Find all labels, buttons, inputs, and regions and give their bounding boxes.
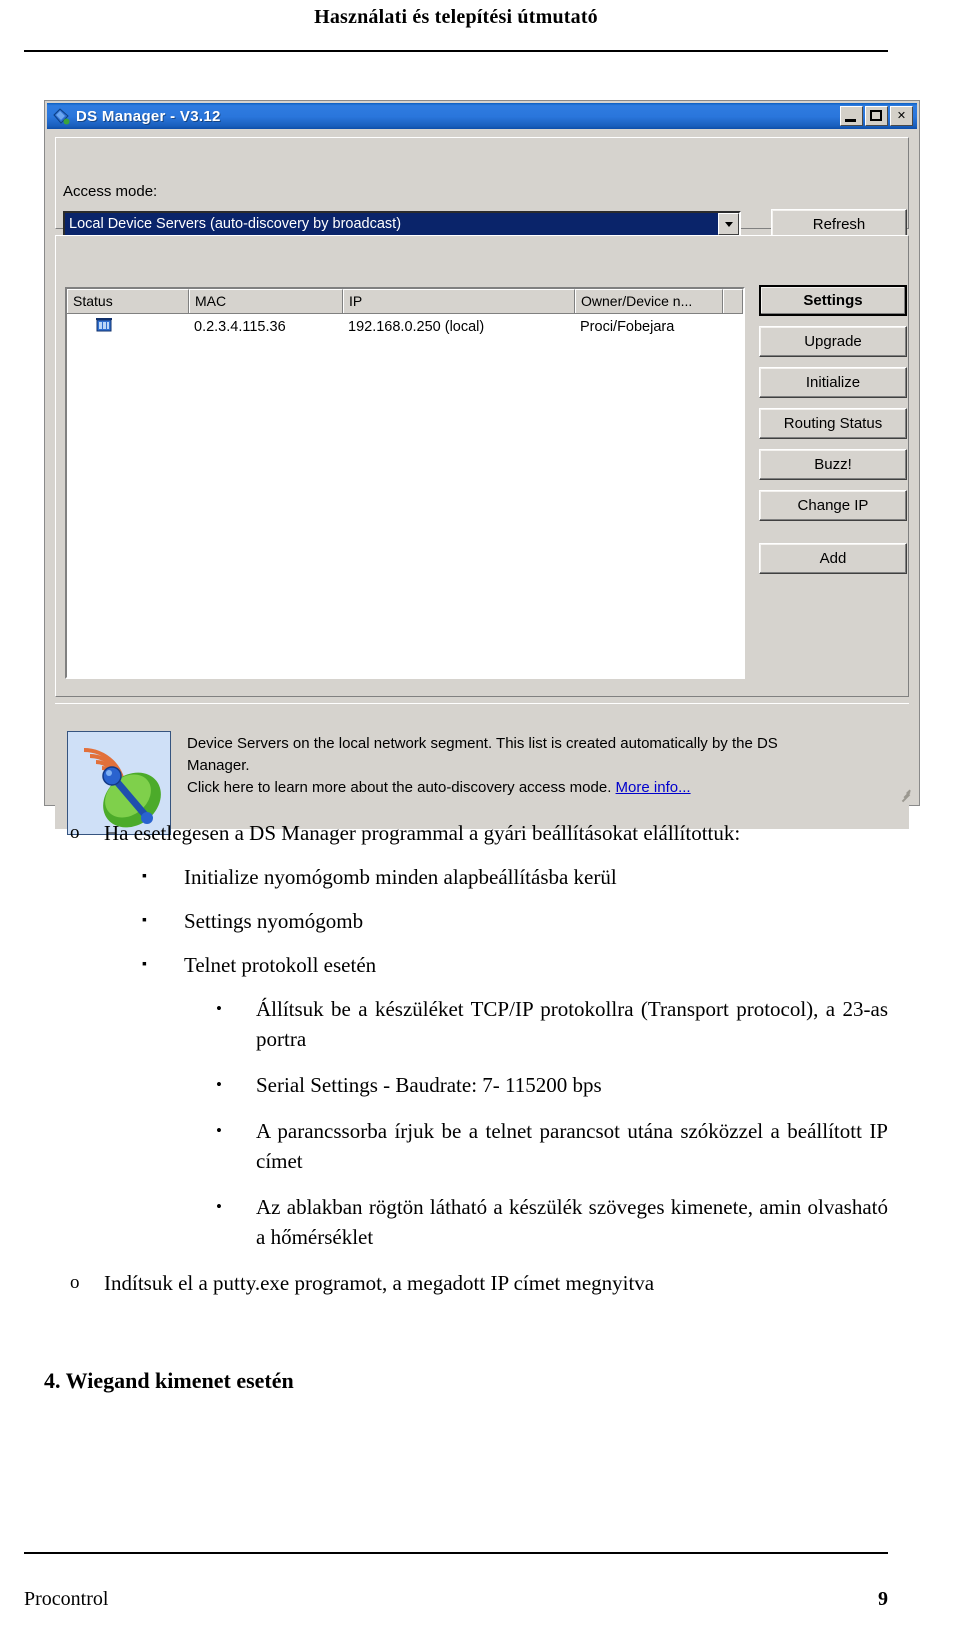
list-marker: ▪ bbox=[142, 869, 147, 884]
list-marker: • bbox=[216, 1197, 222, 1216]
window-titlebar[interactable]: DS Manager - V3.12 ✕ bbox=[47, 103, 917, 129]
list-item-text: Serial Settings - Baudrate: 7- 115200 bp… bbox=[256, 1073, 602, 1097]
list-item: ▪ Settings nyomógomb bbox=[142, 906, 888, 936]
list-item: • Serial Settings - Baudrate: 7- 115200 … bbox=[216, 1070, 888, 1100]
close-button[interactable]: ✕ bbox=[890, 106, 913, 126]
column-header-mac[interactable]: MAC bbox=[189, 289, 343, 313]
list-item-text: Telnet protokoll esetén bbox=[184, 953, 377, 977]
list-marker: ▪ bbox=[142, 913, 147, 928]
list-item: • Az ablakban rögtön látható a készülék … bbox=[216, 1192, 888, 1252]
resize-grip[interactable] bbox=[900, 786, 914, 803]
buzz-button[interactable]: Buzz! bbox=[759, 449, 907, 480]
list-item-text: Ha esetlegesen a DS Manager programmal a… bbox=[104, 821, 741, 845]
document-footer: Procontrol 9 bbox=[24, 1588, 888, 1611]
cell-owner: Proci/Fobejara bbox=[580, 319, 675, 335]
list-item: ▪ Telnet protokoll esetén bbox=[142, 950, 888, 980]
list-item-text: Initialize nyomógomb minden alapbeállítá… bbox=[184, 865, 617, 889]
maximize-button[interactable] bbox=[865, 106, 888, 126]
window-body: Access mode: Local Device Servers (auto-… bbox=[47, 131, 917, 835]
access-mode-label: Access mode: bbox=[63, 183, 158, 200]
list-item: ▪ Initialize nyomógomb minden alapbeállí… bbox=[142, 862, 888, 892]
list-item-text: A parancssorba írjuk be a telnet parancs… bbox=[256, 1119, 888, 1173]
list-marker: • bbox=[216, 1121, 222, 1140]
initialize-button[interactable]: Initialize bbox=[759, 367, 907, 398]
chevron-down-icon[interactable] bbox=[718, 213, 739, 235]
cell-mac: 0.2.3.4.115.36 bbox=[194, 319, 286, 335]
device-list-header: Status MAC IP Owner/Device n... bbox=[67, 289, 743, 314]
change-ip-button[interactable]: Change IP bbox=[759, 490, 907, 521]
list-item: o Ha esetlegesen a DS Manager programmal… bbox=[70, 818, 888, 848]
minimize-button[interactable] bbox=[840, 106, 863, 126]
document-header: Használati és telepítési útmutató bbox=[0, 0, 960, 58]
list-item: o Indítsuk el a putty.exe programot, a m… bbox=[70, 1268, 888, 1298]
list-item-text: Indítsuk el a putty.exe programot, a meg… bbox=[104, 1271, 655, 1295]
routing-status-button[interactable]: Routing Status bbox=[759, 408, 907, 439]
list-marker: o bbox=[70, 822, 80, 843]
column-header-ip[interactable]: IP bbox=[343, 289, 575, 313]
access-mode-select[interactable]: Local Device Servers (auto-discovery by … bbox=[63, 211, 741, 237]
more-info-link[interactable]: More info... bbox=[616, 779, 691, 796]
table-row[interactable]: 0.2.3.4.115.36 192.168.0.250 (local) Pro… bbox=[67, 314, 743, 340]
column-header-owner[interactable]: Owner/Device n... bbox=[575, 289, 723, 313]
info-line-3: Click here to learn more about the auto-… bbox=[187, 779, 612, 796]
footer-page-number: 9 bbox=[878, 1588, 888, 1610]
list-marker: • bbox=[216, 1075, 222, 1094]
upgrade-button[interactable]: Upgrade bbox=[759, 326, 907, 357]
list-item-text: Állítsuk be a készüléket TCP/IP protokol… bbox=[256, 997, 888, 1051]
list-marker: ▪ bbox=[142, 957, 147, 972]
ds-manager-icon bbox=[52, 107, 70, 125]
header-divider bbox=[24, 50, 888, 52]
section-heading: 4. Wiegand kimenet esetén bbox=[44, 1368, 294, 1393]
cell-ip: 192.168.0.250 (local) bbox=[348, 319, 485, 335]
access-mode-value: Local Device Servers (auto-discovery by … bbox=[65, 213, 718, 235]
cell-status bbox=[67, 317, 189, 337]
page-title: Használati és telepítési útmutató bbox=[314, 6, 598, 28]
info-line-1: Device Servers on the local network segm… bbox=[187, 735, 778, 752]
footer-divider bbox=[24, 1552, 888, 1554]
list-item: • Állítsuk be a készüléket TCP/IP protok… bbox=[216, 994, 888, 1054]
ds-manager-window: DS Manager - V3.12 ✕ Access mode: Local … bbox=[44, 100, 920, 835]
device-status-icon bbox=[96, 317, 112, 333]
window-title: DS Manager - V3.12 bbox=[76, 107, 221, 125]
window-controls: ✕ bbox=[838, 106, 913, 126]
list-marker: • bbox=[216, 999, 222, 1018]
info-text: Device Servers on the local network segm… bbox=[187, 733, 893, 799]
settings-button[interactable]: Settings bbox=[759, 285, 907, 316]
device-list[interactable]: Status MAC IP Owner/Device n... 0.2.3.4.… bbox=[65, 287, 745, 679]
list-item-text: Az ablakban rögtön látható a készülék sz… bbox=[256, 1195, 888, 1249]
body-content: o Ha esetlegesen a DS Manager programmal… bbox=[0, 818, 960, 1298]
list-marker: o bbox=[70, 1272, 80, 1293]
close-icon: ✕ bbox=[896, 110, 907, 122]
column-header-filler[interactable] bbox=[723, 289, 743, 313]
list-item-text: Settings nyomógomb bbox=[184, 909, 364, 933]
info-line-2: Manager. bbox=[187, 757, 250, 774]
list-item: • A parancssorba írjuk be a telnet paran… bbox=[216, 1116, 888, 1176]
add-button[interactable]: Add bbox=[759, 543, 907, 574]
column-header-status[interactable]: Status bbox=[67, 289, 189, 313]
action-button-column: Settings Upgrade Initialize Routing Stat… bbox=[759, 285, 907, 584]
footer-company: Procontrol bbox=[24, 1588, 109, 1610]
